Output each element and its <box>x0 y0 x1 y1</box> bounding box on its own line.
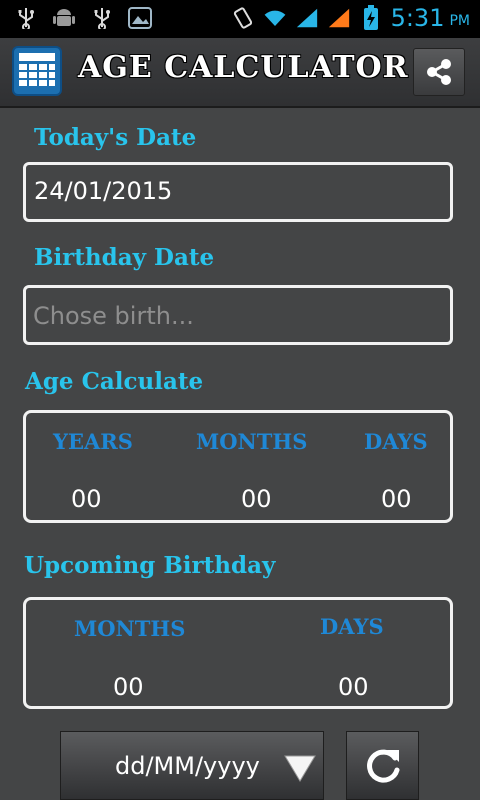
dropdown-arrow-icon <box>283 753 317 787</box>
upcoming-months-header: MONTHS <box>74 616 186 641</box>
age-calculate-label: Age Calculate <box>25 368 204 395</box>
birthday-date-field[interactable] <box>23 285 453 345</box>
todays-date-value: 24/01/2015 <box>34 177 173 205</box>
notification-icons <box>14 6 152 30</box>
clock-time: 5:31 <box>390 4 445 32</box>
share-icon <box>427 59 451 85</box>
years-value: 00 <box>71 485 102 513</box>
upcoming-birthday-label: Upcoming Birthday <box>24 552 276 579</box>
todays-date-label: Today's Date <box>34 124 197 151</box>
upcoming-days-value: 00 <box>338 673 369 701</box>
image-icon <box>128 6 152 30</box>
wifi-icon <box>263 6 287 30</box>
birthday-date-label: Birthday Date <box>34 244 215 271</box>
months-header: MONTHS <box>196 429 308 454</box>
birthday-date-input[interactable] <box>31 296 445 336</box>
signal-icon <box>295 6 319 30</box>
usb-icon <box>90 6 114 30</box>
days-header: DAYS <box>364 429 428 454</box>
app-bar: AGE CALCULATOR <box>0 38 480 108</box>
upcoming-months-value: 00 <box>113 673 144 701</box>
vibrate-icon <box>231 6 255 30</box>
age-result-box: YEARS MONTHS DAYS 00 00 00 <box>23 410 453 523</box>
status-bar: 5:31 PM <box>0 0 480 38</box>
calculator-app-icon <box>12 46 62 96</box>
app-title: AGE CALCULATOR <box>78 50 409 85</box>
system-icons: 5:31 PM <box>231 4 470 32</box>
share-button[interactable] <box>413 48 465 96</box>
date-format-value: dd/MM/yyyy <box>115 752 260 780</box>
upcoming-birthday-box: MONTHS DAYS 00 00 <box>23 597 453 709</box>
signal-icon <box>327 6 351 30</box>
refresh-icon <box>366 749 399 783</box>
months-value: 00 <box>241 485 272 513</box>
days-value: 00 <box>381 485 412 513</box>
battery-charging-icon <box>359 5 383 30</box>
clock-ampm: PM <box>449 13 470 29</box>
todays-date-field[interactable]: 24/01/2015 <box>23 162 453 222</box>
refresh-button[interactable] <box>346 731 419 800</box>
date-format-dropdown[interactable]: dd/MM/yyyy <box>60 731 324 800</box>
usb-icon <box>14 6 38 30</box>
android-icon <box>52 6 76 30</box>
upcoming-days-header: DAYS <box>320 614 384 639</box>
years-header: YEARS <box>53 429 133 454</box>
